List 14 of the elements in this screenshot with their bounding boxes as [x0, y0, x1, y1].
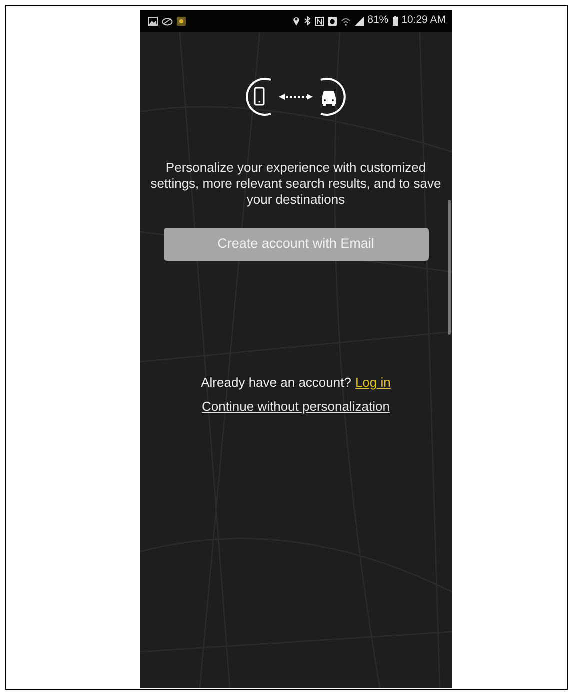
wifi-icon [340, 16, 351, 26]
login-link[interactable]: Log in [355, 373, 391, 392]
continue-without-personalization-link[interactable]: Continue without personalization [202, 396, 390, 416]
bluetooth-icon [304, 16, 311, 26]
location-icon [292, 16, 300, 26]
app-icon [177, 16, 186, 26]
nfc-icon [314, 16, 324, 26]
battery-icon [392, 16, 398, 26]
battery-percentage: 81% [368, 13, 389, 28]
signal-icon [354, 16, 364, 26]
intro-message: Personalize your experience with customized settings, more relevant search results, and to save your destinations [150, 160, 442, 208]
clock-time: 10:29 AM [402, 13, 446, 28]
login-prompt: Already have an account? [201, 374, 352, 392]
gallery-icon [148, 16, 158, 26]
